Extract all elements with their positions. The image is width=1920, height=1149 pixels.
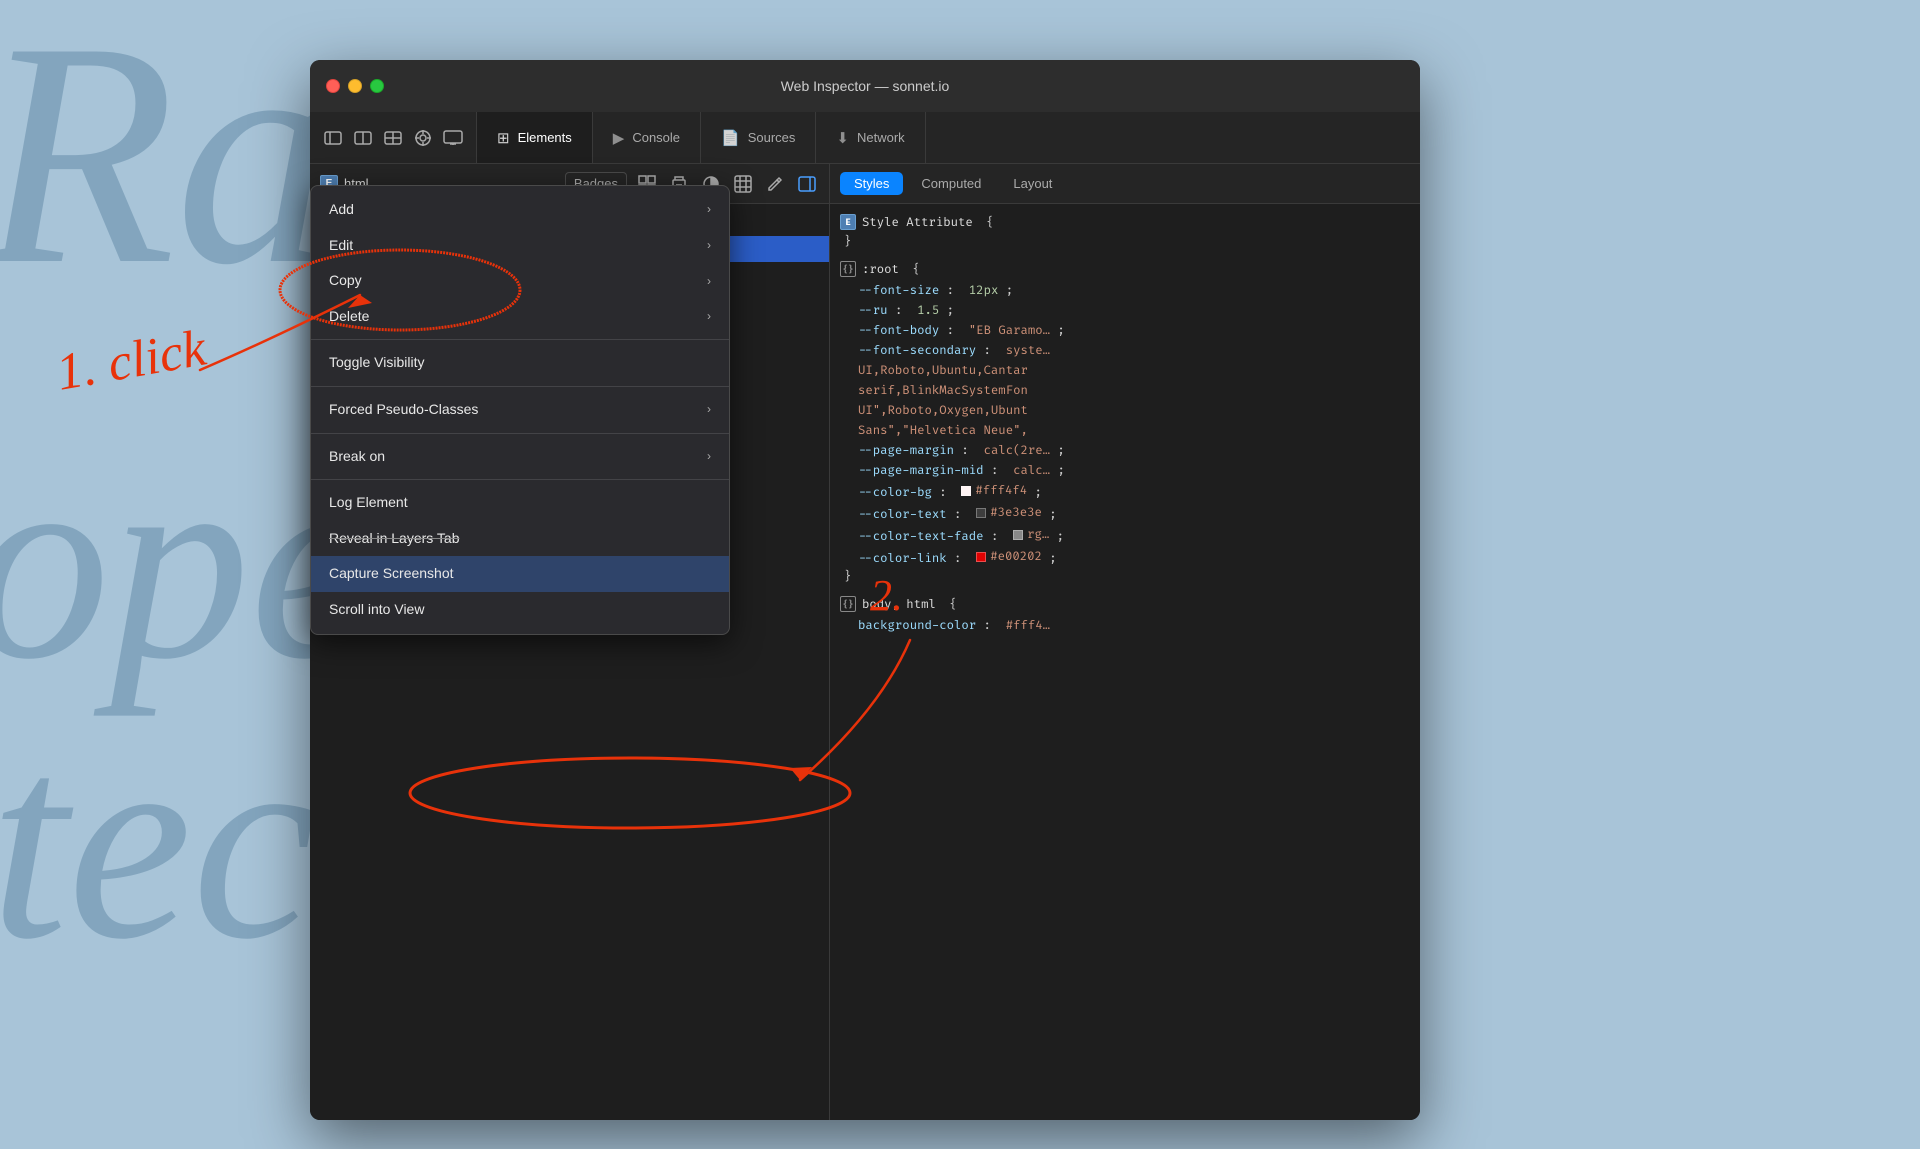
bg-decorative-text-1: Ra: [0, 0, 335, 338]
styles-panel: Styles Computed Layout E Style Attribute…: [830, 164, 1420, 1120]
edit-icon[interactable]: [763, 172, 787, 196]
prop-font-secondary-cont3: UI",Roboto,Oxygen,Ubunt: [840, 401, 1410, 421]
tab-console[interactable]: ▶ Console: [593, 112, 701, 163]
tab-layout[interactable]: Layout: [999, 172, 1066, 195]
grid-view-icon[interactable]: [731, 172, 755, 196]
closing-brace-root: }: [840, 569, 1410, 584]
tab-bar: ⊞ Elements ▶ Console 📄 Sources ⬇ Network: [310, 112, 1420, 164]
prop-color-bg: --color-bg : #fff4f4 ;: [840, 481, 1410, 503]
chevron-icon: ›: [707, 448, 711, 465]
prop-font-secondary-cont4: Sans","Helvetica Neue",: [840, 421, 1410, 441]
tab-sources[interactable]: 📄 Sources: [701, 112, 816, 163]
prop-page-margin-mid: --page-margin-mid : calc… ;: [840, 461, 1410, 481]
chevron-icon: ›: [707, 201, 711, 218]
prop-font-secondary-cont1: UI,Roboto,Ubuntu,Cantar: [840, 361, 1410, 381]
style-block-root: {} :root { --font-size : 12px ; --ru : 1…: [840, 261, 1410, 584]
styles-tabs: Styles Computed Layout: [830, 164, 1420, 204]
console-tab-icon: ▶: [613, 129, 625, 147]
menu-separator-4: [311, 479, 729, 480]
network-tab-icon: ⬇: [836, 129, 849, 147]
context-menu: Add › Edit › Copy › Delete › Toggle Visi…: [310, 185, 730, 635]
style-block-body-html: {} body, html { background-color : #fff4…: [840, 596, 1410, 636]
prop-font-size: --font-size : 12px ;: [840, 281, 1410, 301]
style-selector-body-html: {} body, html {: [840, 596, 1410, 612]
tab-elements[interactable]: ⊞ Elements: [477, 112, 593, 163]
sidebar-toggle-icon[interactable]: [322, 127, 344, 149]
elements-tab-label: Elements: [518, 130, 572, 145]
minimize-button[interactable]: [348, 79, 362, 93]
color-swatch-text: [976, 508, 986, 518]
tab-styles[interactable]: Styles: [840, 172, 903, 195]
chevron-icon: ›: [707, 401, 711, 418]
tab-computed[interactable]: Computed: [907, 172, 995, 195]
prop-color-text: --color-text : #3e3e3e ;: [840, 503, 1410, 525]
styles-content: E Style Attribute { } {} :root { --font-…: [830, 204, 1420, 1120]
menu-separator-3: [311, 433, 729, 434]
sources-tab-label: Sources: [748, 130, 796, 145]
menu-separator-1: [311, 339, 729, 340]
sources-tab-icon: 📄: [721, 129, 740, 147]
menu-item-delete[interactable]: Delete ›: [311, 299, 729, 335]
console-tab-label: Console: [632, 130, 680, 145]
menu-item-log-element[interactable]: Log Element: [311, 485, 729, 521]
network-tab-label: Network: [857, 130, 905, 145]
prop-font-body: --font-body : "EB Garamo… ;: [840, 321, 1410, 341]
color-swatch-bg: [961, 486, 971, 496]
style-selector-attribute: E Style Attribute {: [840, 214, 1410, 230]
style-selector-root: {} :root {: [840, 261, 1410, 277]
menu-item-capture-screenshot[interactable]: Capture Screenshot: [311, 556, 729, 592]
color-swatch-link: [976, 552, 986, 562]
chevron-icon: ›: [707, 273, 711, 290]
target-icon[interactable]: [412, 127, 434, 149]
chevron-icon: ›: [707, 237, 711, 254]
menu-item-copy[interactable]: Copy ›: [311, 263, 729, 299]
responsive-icon[interactable]: [352, 127, 374, 149]
color-swatch-text-fade: [1013, 530, 1023, 540]
traffic-lights: [326, 79, 384, 93]
closing-brace-attribute: }: [840, 234, 1410, 249]
elements-tab-icon: ⊞: [497, 129, 510, 147]
tab-network[interactable]: ⬇ Network: [816, 112, 925, 163]
rule-icon-root: {}: [840, 261, 856, 277]
menu-item-add[interactable]: Add ›: [311, 192, 729, 228]
toolbar-icons: [310, 112, 477, 163]
close-button[interactable]: [326, 79, 340, 93]
title-bar: Web Inspector — sonnet.io: [310, 60, 1420, 112]
menu-item-scroll-into-view[interactable]: Scroll into View: [311, 592, 729, 628]
monitor-icon[interactable]: [442, 127, 464, 149]
prop-font-secondary: --font-secondary : syste…: [840, 341, 1410, 361]
sidebar-panel-icon[interactable]: [795, 172, 819, 196]
menu-item-reveal-layers[interactable]: Reveal in Layers Tab: [311, 521, 729, 557]
prop-color-link: --color-link : #e00202 ;: [840, 547, 1410, 569]
prop-font-secondary-cont2: serif,BlinkMacSystemFon: [840, 381, 1410, 401]
chevron-icon: ›: [707, 308, 711, 325]
prop-color-text-fade: --color-text-fade : rg… ;: [840, 525, 1410, 547]
prop-ru: --ru : 1.5 ;: [840, 301, 1410, 321]
menu-item-toggle-visibility[interactable]: Toggle Visibility: [311, 345, 729, 381]
menu-separator-2: [311, 386, 729, 387]
rule-icon-body-html: {}: [840, 596, 856, 612]
menu-item-forced-pseudo[interactable]: Forced Pseudo-Classes ›: [311, 392, 729, 428]
window-title: Web Inspector — sonnet.io: [781, 78, 950, 94]
split-icon[interactable]: [382, 127, 404, 149]
style-block-attribute: E Style Attribute { }: [840, 214, 1410, 249]
zoom-button[interactable]: [370, 79, 384, 93]
menu-item-break-on[interactable]: Break on ›: [311, 439, 729, 475]
prop-background-color: background-color : #fff4…: [840, 616, 1410, 636]
prop-page-margin: --page-margin : calc(2re… ;: [840, 441, 1410, 461]
menu-item-edit[interactable]: Edit ›: [311, 228, 729, 264]
element-icon-attribute: E: [840, 214, 856, 230]
